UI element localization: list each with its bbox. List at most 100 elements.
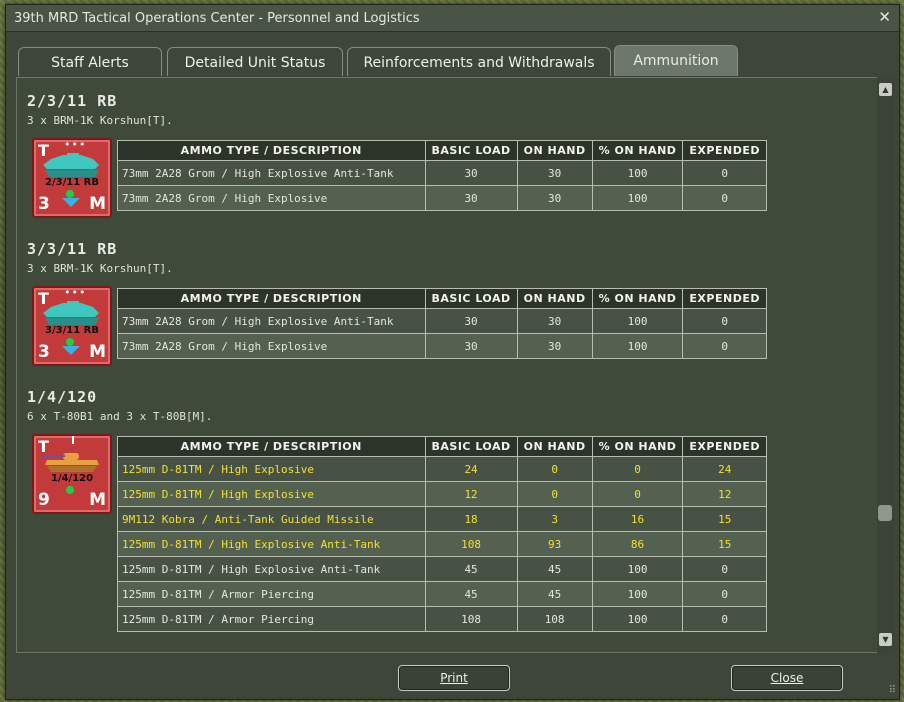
on-hand: 0: [516, 481, 593, 507]
unit-counter[interactable]: T 1/4/120 9 M: [32, 434, 112, 514]
column-header: BASIC LOAD: [424, 140, 518, 161]
unit-counter[interactable]: T ••• 2/3/11 RB 3 M: [32, 138, 112, 218]
ammunition-panel: 2/3/11 RB 3 x BRM-1K Korshun[T]. T ••• 2/3/1…: [16, 77, 879, 653]
unit-section: 3/3/11 RB 3 x BRM-1K Korshun[T]. T ••• 3/3/1…: [27, 240, 767, 380]
tab-reinforcements-withdrawals[interactable]: Reinforcements and Withdrawals: [347, 47, 611, 76]
on-hand: 93: [516, 531, 593, 557]
basic-load: 45: [424, 556, 518, 582]
table-row: 9M112 Kobra / Anti-Tank Guided Missile 18…: [117, 506, 767, 532]
percent-on-hand: 16: [591, 506, 684, 532]
counter-label: 3/3/11 RB: [45, 325, 99, 336]
scroll-thumb[interactable]: [878, 505, 892, 521]
column-header: % ON HAND: [591, 436, 684, 457]
column-header: AMMO TYPE / DESCRIPTION: [117, 436, 426, 457]
table-row: 125mm D-81TM / Armor Piercing 108 108 100 0: [117, 606, 767, 632]
scroll-down-icon[interactable]: ▼: [879, 633, 892, 646]
percent-on-hand: 0: [591, 481, 684, 507]
on-hand: 30: [516, 160, 593, 186]
tab-label: Staff Alerts: [51, 55, 129, 71]
down-arrow-icon: [62, 198, 80, 207]
percent-on-hand: 0: [591, 456, 684, 482]
table-row: 73mm 2A28 Grom / High Explosive Anti-Tan…: [117, 160, 767, 186]
table-header-row: AMMO TYPE / DESCRIPTION BASIC LOAD ON HAND…: [117, 288, 767, 309]
close-button[interactable]: Close: [731, 665, 843, 691]
tab-ammunition[interactable]: Ammunition: [614, 45, 738, 76]
unit-name: 2/3/11 RB: [27, 92, 118, 110]
basic-load: 45: [424, 581, 518, 607]
percent-on-hand: 86: [591, 531, 684, 557]
basic-load: 108: [424, 531, 518, 557]
table-row: 125mm D-81TM / Armor Piercing 45 45 100 0: [117, 581, 767, 607]
window-title: 39th MRD Tactical Operations Center - Pe…: [14, 11, 420, 26]
unit-section: 2/3/11 RB 3 x BRM-1K Korshun[T]. T ••• 2/3/1…: [27, 92, 767, 232]
counter-size-marks: •••: [64, 138, 87, 151]
ammo-table: AMMO TYPE / DESCRIPTION BASIC LOAD ON HAND…: [117, 288, 767, 359]
basic-load: 12: [424, 481, 518, 507]
close-label: Close: [770, 671, 804, 685]
on-hand: 30: [516, 185, 593, 211]
ammo-description: 125mm D-81TM / Armor Piercing: [117, 606, 426, 632]
counter-size-mark: [72, 436, 74, 444]
print-label: Print: [440, 671, 468, 685]
unit-name: 1/4/120: [27, 388, 98, 406]
percent-on-hand: 100: [591, 185, 684, 211]
ammo-description: 73mm 2A28 Grom / High Explosive Anti-Tan…: [117, 308, 426, 334]
vertical-scrollbar[interactable]: ▲ ▼: [877, 77, 895, 653]
scroll-up-icon[interactable]: ▲: [879, 83, 892, 96]
unit-counter[interactable]: T ••• 3/3/11 RB 3 M: [32, 286, 112, 366]
tab-label: Ammunition: [633, 53, 719, 69]
print-button[interactable]: Print: [398, 665, 510, 691]
on-hand: 45: [516, 556, 593, 582]
column-header: % ON HAND: [591, 140, 684, 161]
percent-on-hand: 100: [591, 160, 684, 186]
expended: 0: [682, 308, 767, 334]
percent-on-hand: 100: [591, 333, 684, 359]
expended: 0: [682, 606, 767, 632]
counter-size-marks: •••: [64, 286, 87, 299]
counter-label: 1/4/120: [50, 473, 94, 484]
expended: 0: [682, 581, 767, 607]
basic-load: 108: [424, 606, 518, 632]
table-row: 125mm D-81TM / High Explosive Anti-Tank 1…: [117, 531, 767, 557]
on-hand: 30: [516, 308, 593, 334]
column-header: ON HAND: [516, 288, 593, 309]
ammo-description: 125mm D-81TM / Armor Piercing: [117, 581, 426, 607]
on-hand: 45: [516, 581, 593, 607]
column-header: AMMO TYPE / DESCRIPTION: [117, 288, 426, 309]
basic-load: 18: [424, 506, 518, 532]
tab-detailed-unit-status[interactable]: Detailed Unit Status: [167, 47, 343, 76]
resize-grip-icon[interactable]: ⠿: [889, 685, 896, 696]
basic-load: 30: [424, 308, 518, 334]
ammo-description: 125mm D-81TM / High Explosive: [117, 456, 426, 482]
ammo-description: 125mm D-81TM / High Explosive: [117, 481, 426, 507]
expended: 15: [682, 531, 767, 557]
unit-composition: 3 x BRM-1K Korshun[T].: [27, 114, 173, 127]
column-header: AMMO TYPE / DESCRIPTION: [117, 140, 426, 161]
basic-load: 30: [424, 333, 518, 359]
column-header: EXPENDED: [682, 436, 767, 457]
unit-composition: 3 x BRM-1K Korshun[T].: [27, 262, 173, 275]
column-header: % ON HAND: [591, 288, 684, 309]
basic-load: 30: [424, 160, 518, 186]
on-hand: 30: [516, 333, 593, 359]
counter-label: 2/3/11 RB: [45, 177, 99, 188]
ammo-description: 9M112 Kobra / Anti-Tank Guided Missile: [117, 506, 426, 532]
column-header: EXPENDED: [682, 288, 767, 309]
tab-bar: Staff Alerts Detailed Unit Status Reinfo…: [18, 45, 888, 77]
ammo-table: AMMO TYPE / DESCRIPTION BASIC LOAD ON HAND…: [117, 140, 767, 211]
tab-staff-alerts[interactable]: Staff Alerts: [18, 47, 162, 76]
basic-load: 30: [424, 185, 518, 211]
ammo-description: 125mm D-81TM / High Explosive Anti-Tank: [117, 531, 426, 557]
counter-strength: 3: [38, 194, 50, 214]
on-hand: 108: [516, 606, 593, 632]
title-bar[interactable]: 39th MRD Tactical Operations Center - Pe…: [6, 5, 899, 32]
status-dot-icon: [66, 486, 74, 494]
expended: 0: [682, 333, 767, 359]
expended: 24: [682, 456, 767, 482]
column-header: EXPENDED: [682, 140, 767, 161]
table-row: 125mm D-81TM / High Explosive Anti-Tank 4…: [117, 556, 767, 582]
table-row: 73mm 2A28 Grom / High Explosive Anti-Tan…: [117, 308, 767, 334]
column-header: BASIC LOAD: [424, 288, 518, 309]
expended: 0: [682, 185, 767, 211]
close-icon[interactable]: ✕: [878, 8, 891, 26]
